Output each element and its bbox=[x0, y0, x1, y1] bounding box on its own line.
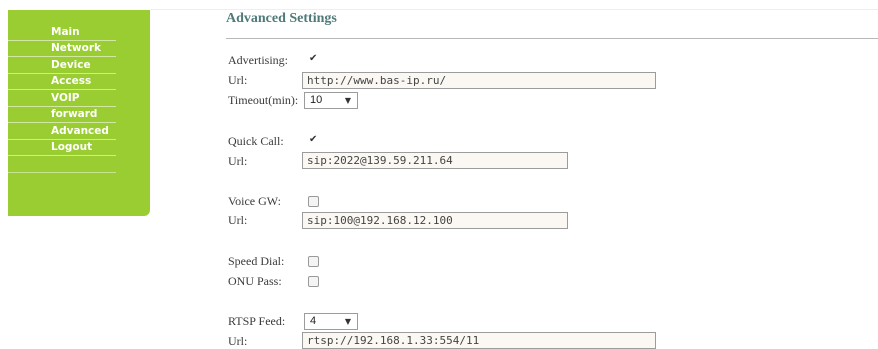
advertising-checkbox[interactable] bbox=[307, 53, 318, 66]
onu-pass-label: ONU Pass: bbox=[228, 274, 282, 288]
sidebar-item-label: Main bbox=[51, 26, 80, 38]
top-divider bbox=[150, 9, 878, 10]
sidebar-item-logout[interactable]: Logout bbox=[8, 139, 116, 155]
speed-dial-checkbox[interactable] bbox=[308, 256, 319, 267]
chevron-down-icon: ▼ bbox=[344, 317, 351, 326]
sidebar-item-access[interactable]: Access bbox=[8, 73, 116, 89]
voice-gw-url-input[interactable]: sip:100@192.168.12.100 bbox=[302, 212, 568, 229]
quick-call-label: Quick Call: bbox=[228, 134, 284, 148]
sidebar-item-label: Network bbox=[51, 42, 102, 54]
timeout-label: Timeout(min): bbox=[228, 93, 299, 107]
chevron-down-icon: ▼ bbox=[344, 96, 351, 105]
rtsp-url-input[interactable]: rtsp://192.168.1.33:554/11 bbox=[302, 332, 656, 349]
voice-gw-url-label: Url: bbox=[228, 213, 248, 227]
sidebar-item-advanced[interactable]: Advanced bbox=[8, 123, 116, 139]
sidebar-item-label: Device bbox=[51, 59, 91, 71]
quick-call-url-label: Url: bbox=[228, 154, 248, 168]
quick-call-url-input[interactable]: sip:2022@139.59.211.64 bbox=[302, 152, 568, 169]
divider bbox=[8, 172, 116, 173]
advertising-url-input[interactable]: http://www.bas-ip.ru/ bbox=[302, 72, 656, 89]
voice-gw-checkbox[interactable] bbox=[308, 196, 319, 207]
sidebar-item-voip[interactable]: VOIP bbox=[8, 90, 116, 106]
voice-gw-label: Voice GW: bbox=[228, 194, 281, 208]
onu-pass-checkbox[interactable] bbox=[308, 276, 319, 287]
sidebar-item-label: Advanced bbox=[51, 125, 109, 137]
advertising-url-label: Url: bbox=[228, 73, 248, 87]
speed-dial-label: Speed Dial: bbox=[228, 254, 285, 268]
rtsp-feed-label: RTSP Feed: bbox=[228, 314, 286, 328]
rtsp-feed-select[interactable]: 4 ▼ bbox=[304, 313, 358, 330]
timeout-select[interactable]: 10 ▼ bbox=[304, 92, 358, 109]
page-title: Advanced Settings bbox=[226, 11, 337, 26]
quick-call-checkbox[interactable] bbox=[307, 134, 318, 147]
sidebar-item-label: Logout bbox=[51, 141, 93, 153]
divider bbox=[8, 155, 116, 156]
rtsp-feed-value: 4 bbox=[310, 315, 317, 327]
advertising-label: Advertising: bbox=[228, 53, 288, 67]
sidebar-item-main[interactable]: Main bbox=[8, 24, 116, 40]
sidebar-item-label: Access bbox=[51, 75, 92, 87]
sidebar-item-device[interactable]: Device bbox=[8, 57, 116, 73]
timeout-value: 10 bbox=[310, 94, 323, 106]
sidebar: Main Network Device Access VOIP forward … bbox=[8, 10, 150, 216]
sidebar-item-label: forward bbox=[51, 108, 98, 120]
sidebar-item-label: VOIP bbox=[51, 92, 80, 104]
sidebar-item-network[interactable]: Network bbox=[8, 40, 116, 56]
sidebar-item-forward[interactable]: forward bbox=[8, 106, 116, 122]
title-divider bbox=[226, 38, 878, 39]
